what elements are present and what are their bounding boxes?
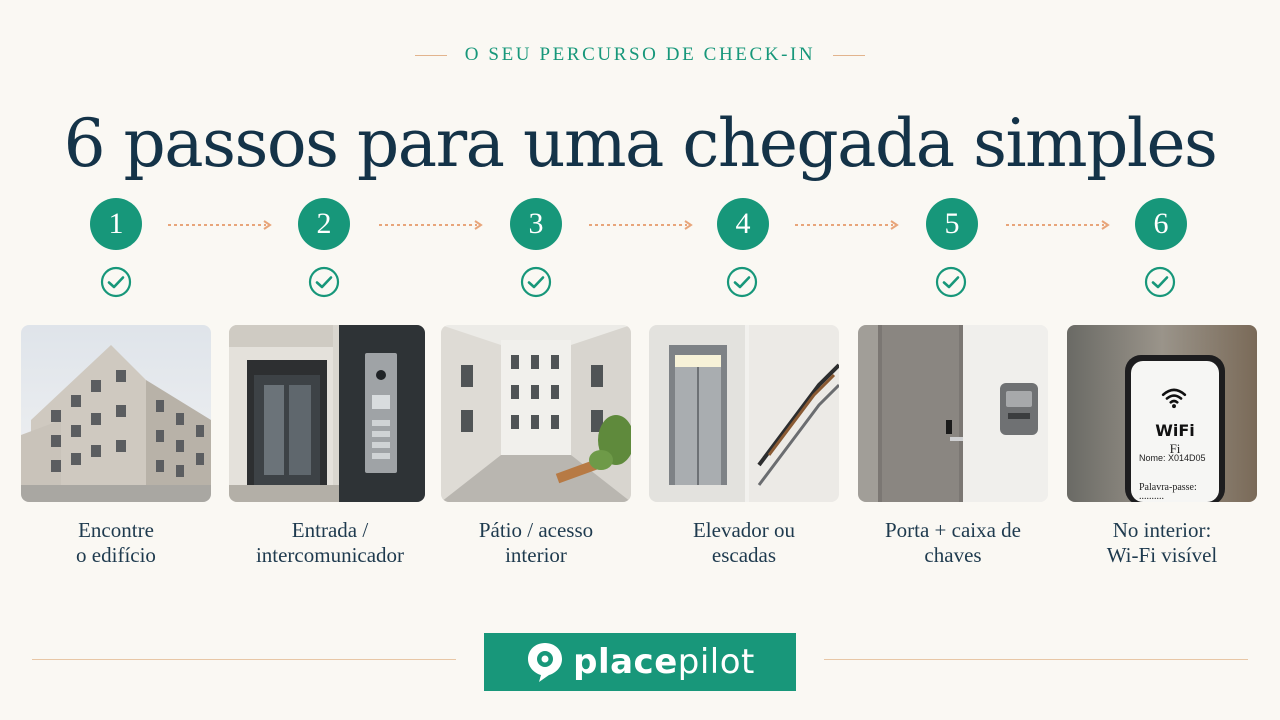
step-number: 2 [298,198,350,250]
step-number: 1 [90,198,142,250]
building-photo [21,325,211,502]
wifi-heading: WiFi [1155,421,1195,440]
wifi-name-value: X014D05 [1168,453,1206,463]
elevator-stairs-photo [649,325,839,502]
footer-rule-left [32,659,456,660]
step-caption: Elevador ou escadas [629,518,859,568]
caption-line-1: Porta + caixa de [884,518,1022,542]
eyebrow: O SEU PERCURSO DE CHECK-IN [0,44,1280,66]
brand-place: place [573,642,678,682]
caption-line-1: No interior: [1112,518,1212,542]
courtyard-photo [441,325,631,502]
wifi-name-row: Nome: X014D05 [1139,453,1206,463]
caption-line-2: Wi-Fi visível [1106,543,1218,567]
step-6: 6 WiFi Fi Nome: X014D05 Palavra-passe: .… [1067,198,1257,578]
page-title: 6 passos para uma chegada simples [63,105,1218,182]
brand-pilot: pilot [677,642,755,682]
step-number: 5 [926,198,978,250]
footer-rule-right [824,659,1248,660]
step-number: 3 [510,198,562,250]
step-2: 2 Entrada / intercomunicador [229,198,425,578]
caption-line-2: escadas [711,543,777,567]
phone-wifi-photo: WiFi Fi Nome: X014D05 Palavra-passe: ...… [1067,325,1257,502]
eyebrow-rule-right [833,54,866,56]
caption-line-1: Encontre [78,518,154,542]
check-circle-icon [308,266,340,298]
step-number: 4 [717,198,769,250]
caption-line-1: Entrada / [291,518,369,542]
step-caption: Entrada / intercomunicador [215,518,445,568]
eyebrow-text: O SEU PERCURSO DE CHECK-IN [464,44,816,65]
caption-line-2: interior [505,543,567,567]
arrow-icon [379,220,483,230]
step-3: 3 Pátio / acesso interior [441,198,631,578]
wifi-password-value: .......... [1139,491,1164,502]
arrow-icon [589,220,693,230]
caption-line-2: chaves [924,543,982,567]
entrance-intercom-photo [229,325,425,502]
arrow-icon [168,220,272,230]
location-pin-icon [528,643,563,682]
placepilot-logo: placepilot [484,633,796,691]
step-1: 1 Encontre o edifício [21,198,211,578]
check-circle-icon [935,266,967,298]
wifi-icon [1161,388,1187,409]
eyebrow-rule-left [414,54,447,56]
caption-line-1: Elevador ou [692,518,796,542]
step-4: 4 Elevador ou escadas [649,198,839,578]
wifi-name-label: Nome: [1139,453,1166,463]
check-circle-icon [100,266,132,298]
caption-line-1: Pátio / acesso [478,518,594,542]
step-caption: Pátio / acesso interior [421,518,651,568]
arrow-icon [795,220,899,230]
step-caption: Encontre o edifício [1,518,231,568]
step-5: 5 Porta + caixa de chaves [858,198,1048,578]
arrow-icon [1006,220,1110,230]
check-circle-icon [726,266,758,298]
caption-line-2: intercomunicador [255,543,405,567]
step-caption: Porta + caixa de chaves [838,518,1068,568]
caption-line-2: o edifício [76,543,156,567]
brand-wordmark: placepilot [573,633,755,691]
check-circle-icon [520,266,552,298]
door-keybox-photo [858,325,1048,502]
check-circle-icon [1144,266,1176,298]
step-caption: No interior: Wi-Fi visível [1047,518,1277,568]
step-number: 6 [1135,198,1187,250]
